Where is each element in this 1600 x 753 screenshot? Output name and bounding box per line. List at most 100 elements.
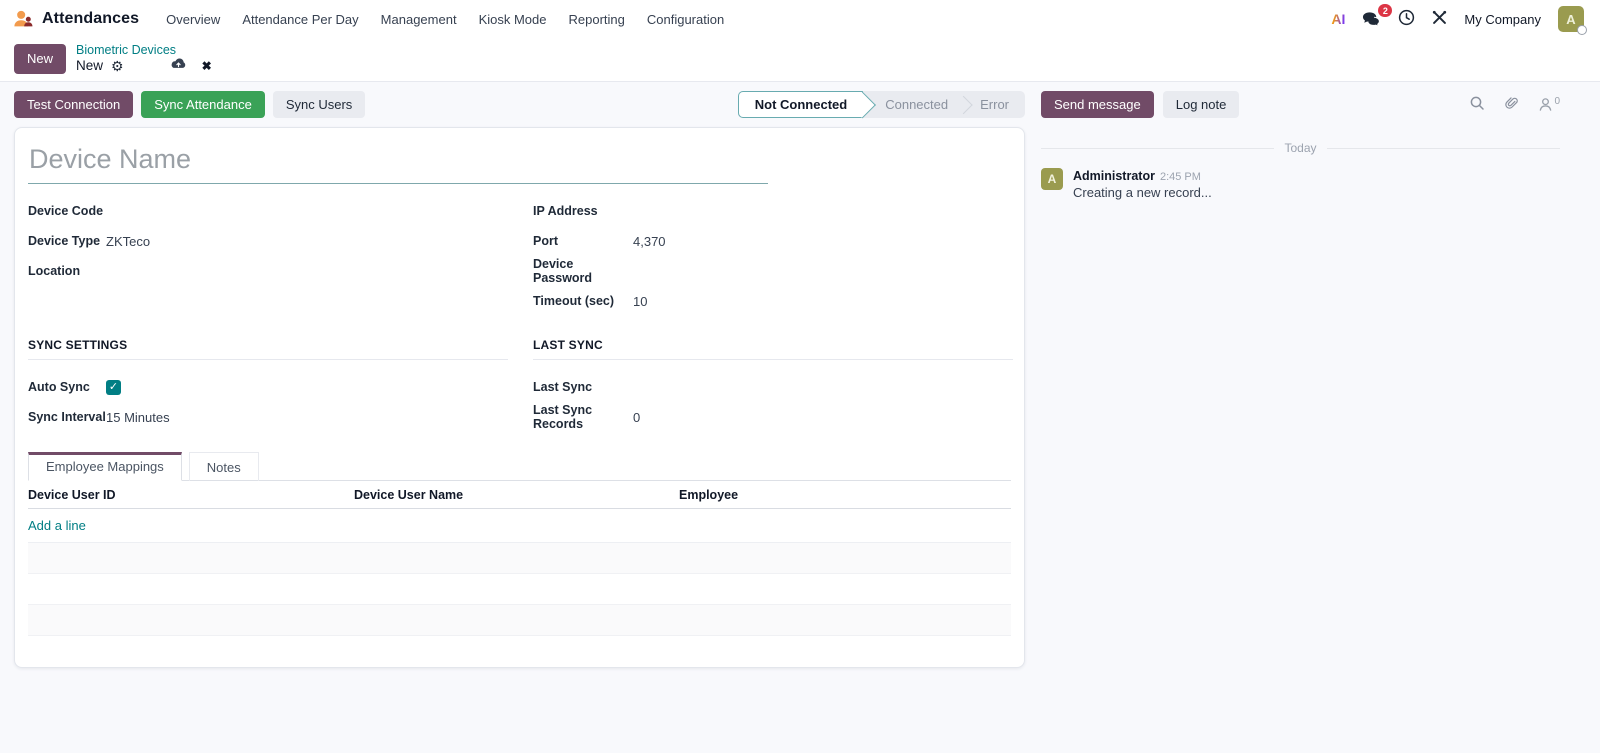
message-avatar: A (1041, 168, 1063, 190)
field-device-type: Device Type ZKTeco (28, 226, 508, 256)
test-connection-button[interactable]: Test Connection (14, 91, 134, 118)
sync-attendance-button[interactable]: Sync Attendance (141, 91, 265, 118)
last-sync-label: Last Sync (533, 380, 593, 394)
attendances-app-icon[interactable] (12, 8, 34, 30)
auto-sync-checkbox[interactable]: ✓ (106, 379, 121, 395)
device-name-input[interactable] (28, 142, 768, 184)
empty-table-row (28, 543, 1011, 574)
port-label: Port (533, 234, 558, 248)
col-device-user-name: Device User Name (354, 488, 464, 502)
timeout-value[interactable]: 10 (633, 294, 647, 309)
status-step-not-connected[interactable]: Not Connected (737, 91, 864, 118)
main-menu: Overview Attendance Per Day Management K… (155, 6, 735, 33)
device-type-value[interactable]: ZKTeco (106, 234, 150, 249)
form-buttons: Test Connection Sync Attendance Sync Use… (14, 91, 1025, 118)
add-a-line-link[interactable]: Add a line (28, 509, 1011, 543)
sync-interval-label: Sync Interval (28, 410, 106, 424)
sync-settings-section: SYNC SETTINGS Auto Sync ✓ Sync Interval … (28, 316, 508, 432)
device-password-label: Device Password (533, 257, 593, 285)
device-code-label: Device Code (28, 204, 104, 218)
last-sync-records-label: Last Sync Records (533, 403, 593, 431)
tab-employee-mappings[interactable]: Employee Mappings (28, 452, 182, 481)
message-body: Creating a new record... (1073, 185, 1212, 200)
field-port: Port 4,370 (533, 226, 1013, 256)
menu-overview[interactable]: Overview (155, 6, 231, 33)
chatter-controls: Send message Log note 0 (1041, 91, 1586, 118)
field-timeout: Timeout (sec) 10 (533, 286, 1013, 316)
main-area: Device Code Device Type ZKTeco Location … (0, 127, 1600, 668)
messages-badge: 2 (1378, 4, 1393, 17)
menu-attendance-per-day[interactable]: Attendance Per Day (231, 6, 369, 33)
menu-management[interactable]: Management (370, 6, 468, 33)
field-ip-address: IP Address (533, 196, 1013, 226)
button-box: Test Connection Sync Attendance Sync Use… (0, 82, 1600, 127)
menu-reporting[interactable]: Reporting (557, 6, 635, 33)
empty-table-row (28, 574, 1011, 605)
date-divider-label: Today (1284, 141, 1317, 155)
navbar-right: AI 2 My Company A (1331, 4, 1588, 35)
statusbar: Not Connected Connected Error (737, 91, 1025, 118)
send-message-button[interactable]: Send message (1041, 91, 1154, 118)
employee-mappings-table: Device User ID Device User Name Employee… (28, 481, 1011, 667)
col-device-user-id: Device User ID (28, 488, 116, 502)
message-content: Administrator 2:45 PM Creating a new reco… (1073, 168, 1212, 200)
device-type-label: Device Type (28, 234, 101, 248)
status-step-connected[interactable]: Connected (863, 91, 964, 118)
message-author: Administrator (1073, 169, 1155, 183)
breadcrumb: Biometric Devices New ⚙ ✖ (76, 43, 212, 74)
messages-icon[interactable]: 2 (1362, 4, 1393, 27)
ip-address-label: IP Address (533, 204, 598, 218)
field-sync-interval: Sync Interval 15 Minutes (28, 402, 508, 432)
tools-icon[interactable] (1432, 10, 1447, 28)
last-sync-title: LAST SYNC (533, 338, 1013, 360)
field-auto-sync: Auto Sync ✓ (28, 372, 508, 402)
table-header-row: Device User ID Device User Name Employee (28, 481, 1011, 509)
sync-settings-title: SYNC SETTINGS (28, 338, 508, 360)
timeout-label: Timeout (sec) (533, 294, 615, 308)
search-messages-icon[interactable] (1469, 95, 1485, 114)
field-device-code: Device Code (28, 196, 508, 226)
col-employee: Employee (679, 488, 739, 502)
auto-sync-label: Auto Sync (28, 380, 90, 394)
user-avatar-letter: A (1566, 11, 1576, 27)
right-field-column: IP Address Port 4,370 Device Password Ti… (533, 196, 1013, 316)
breadcrumb-parent-link[interactable]: Biometric Devices (76, 43, 212, 57)
field-location: Location (28, 256, 508, 286)
save-cloud-icon[interactable] (170, 57, 187, 74)
tab-notes[interactable]: Notes (188, 452, 259, 481)
empty-table-row (28, 605, 1011, 636)
app-root: Attendances Overview Attendance Per Day … (0, 0, 1600, 668)
followers-count: 0 (1554, 96, 1560, 107)
app-title[interactable]: Attendances (42, 10, 139, 28)
navbar-left: Attendances Overview Attendance Per Day … (12, 6, 735, 33)
followers-icon[interactable]: 0 (1538, 97, 1560, 112)
last-sync-records-value: 0 (633, 409, 641, 425)
log-note-button[interactable]: Log note (1162, 91, 1240, 118)
control-panel: New Biometric Devices New ⚙ ✖ (0, 38, 1600, 82)
sync-interval-value[interactable]: 15 Minutes (106, 410, 170, 425)
new-button[interactable]: New (14, 43, 67, 74)
gear-icon[interactable]: ⚙ (111, 59, 124, 73)
breadcrumb-current: New (76, 58, 104, 73)
menu-kiosk-mode[interactable]: Kiosk Mode (468, 6, 558, 33)
attachment-paperclip-icon[interactable] (1504, 95, 1519, 114)
status-step-error[interactable]: Error (964, 91, 1025, 118)
sync-users-button[interactable]: Sync Users (272, 91, 366, 118)
date-divider: Today (1041, 141, 1560, 155)
location-label: Location (28, 264, 81, 278)
form-sheet: Device Code Device Type ZKTeco Location … (14, 127, 1025, 668)
message-time: 2:45 PM (1159, 171, 1201, 183)
field-last-sync-records: Last Sync Records 0 (533, 402, 1013, 432)
last-sync-section: LAST SYNC Last Sync Last Sync Records 0 (533, 316, 1013, 432)
user-avatar[interactable]: A (1558, 6, 1587, 35)
field-last-sync: Last Sync (533, 372, 1013, 402)
discard-x-icon[interactable]: ✖ (202, 60, 212, 72)
menu-configuration[interactable]: Configuration (636, 6, 735, 33)
ai-icon[interactable]: AI (1331, 11, 1345, 27)
port-value[interactable]: 4,370 (633, 234, 666, 249)
notebook-tabs: Employee Mappings Notes (28, 452, 1011, 481)
company-name[interactable]: My Company (1464, 12, 1541, 27)
chatter-message: A Administrator 2:45 PM Creating a new re… (1041, 168, 1560, 200)
activities-clock-icon[interactable] (1398, 9, 1415, 29)
chatter-thread: Today A Administrator 2:45 PM Creating a … (1025, 127, 1586, 200)
